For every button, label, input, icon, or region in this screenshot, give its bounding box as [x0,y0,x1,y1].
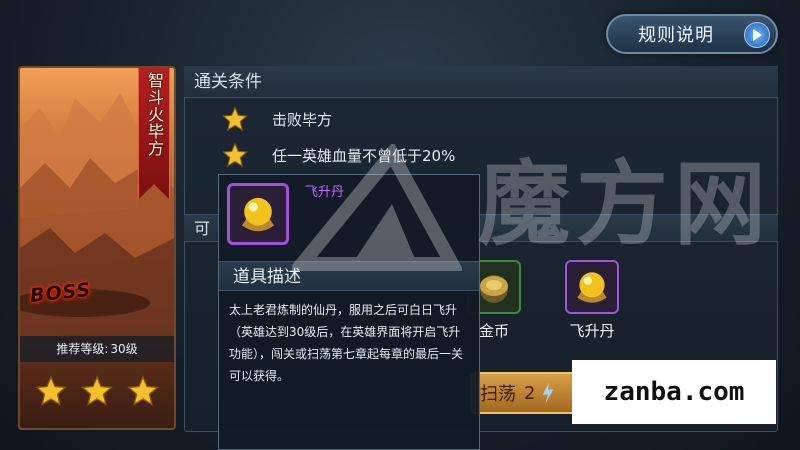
star-icon [222,106,248,132]
boss-card[interactable]: 智斗火毕方 BOSS 推荐等级: 30级 [18,66,176,430]
chevron-right-icon [744,22,770,48]
star-icon [127,375,159,407]
recommended-level-value: 30级 [110,342,138,356]
tooltip-section-title: 道具描述 [219,261,479,291]
sweep-button-label: 扫荡 [480,384,516,405]
star-icon [35,375,67,407]
lightning-icon [543,382,554,404]
recommended-level-label: 推荐等级: [56,342,109,356]
ascension-pill-icon [565,260,619,314]
boss-name-banner: 智斗火毕方 [138,68,170,200]
sweep-count: 2 [524,382,536,404]
condition-text: 任一英雄血量不曾低于20% [272,146,456,165]
reward-item-pill[interactable]: 飞升丹 [560,260,624,341]
recommended-level: 推荐等级: 30级 [20,336,174,362]
site-badge: zanba.com [572,360,776,424]
conditions-title: 通关条件 [184,66,778,98]
reward-name: 飞升丹 [569,322,615,340]
boss-star-rating [20,368,174,414]
tooltip-item-name: 飞升丹 [305,185,345,200]
boss-name: 智斗火毕方 [145,72,164,157]
condition-text: 击败毕方 [272,110,333,129]
tooltip-description: 太上老君炼制的仙丹，服用之后可白日飞升（英雄达到30级后，在英雄界面将开启飞升功… [229,303,464,383]
rules-button-label: 规则说明 [638,25,714,46]
condition-item: 任一英雄血量不曾低于20% [222,140,455,170]
item-tooltip: 飞升丹 道具描述 太上老君炼制的仙丹，服用之后可白日飞升（英雄达到30级后，在英… [218,174,480,450]
ascension-pill-icon [227,183,289,245]
rules-button[interactable]: 规则说明 [606,14,778,54]
star-icon [222,142,248,168]
condition-item: 击败毕方 [222,104,332,134]
star-icon [81,375,113,407]
